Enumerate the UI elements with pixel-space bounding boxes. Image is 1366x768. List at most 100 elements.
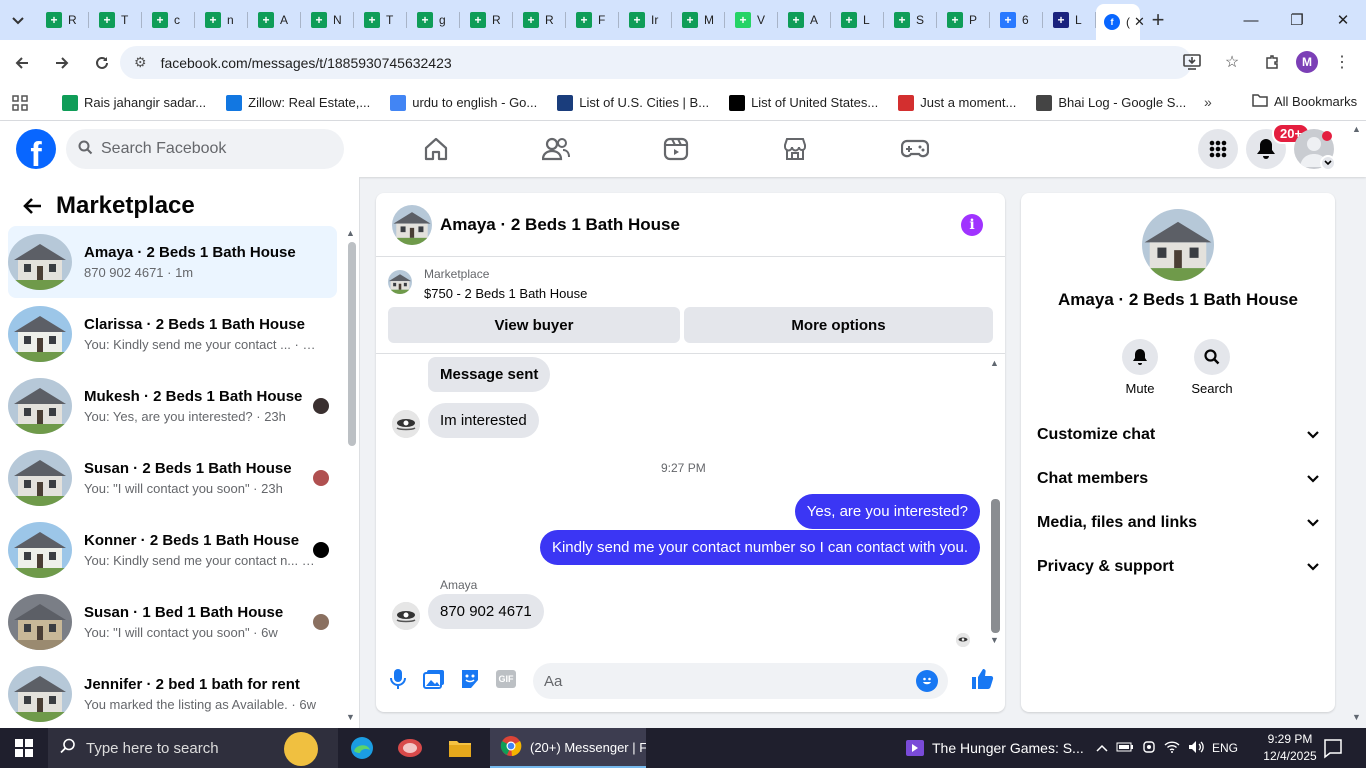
browser-tab[interactable]: + V [725,0,778,40]
site-info-icon[interactable]: ⚙ [134,54,147,71]
tray-chevron-up-icon[interactable] [1096,741,1108,755]
sender-avatar[interactable] [392,602,420,630]
browser-tab[interactable]: + N [301,0,354,40]
browser-tab[interactable]: + P [937,0,990,40]
listing-title[interactable]: $750 - 2 Beds 1 Bath House [424,286,587,301]
facebook-logo[interactable]: f [16,129,56,169]
conversation-item[interactable]: Susan · 2 Beds 1 Bath House You: "I will … [8,442,337,514]
conversation-item[interactable]: Clarissa · 2 Beds 1 Bath House You: Kindl… [8,298,337,370]
bookmark-item[interactable]: List of United States... [721,94,886,111]
conversation-item[interactable]: Susan · 1 Bed 1 Bath House You: "I will c… [8,586,337,658]
view-buyer-button[interactable]: View buyer [388,307,680,343]
bookmark-item[interactable]: List of U.S. Cities | B... [549,94,717,111]
chrome-taskbar-button[interactable]: (20+) Messenger | F... [490,728,646,768]
friends-nav-icon[interactable] [500,121,612,177]
emoji-icon[interactable] [916,670,938,692]
sender-avatar[interactable] [392,410,420,438]
bookmark-item[interactable]: Zillow: Real Estate,... [218,94,378,111]
back-button[interactable] [4,45,40,81]
reload-button[interactable] [84,45,120,81]
gif-icon[interactable]: GIF [492,665,520,693]
back-arrow-icon[interactable] [10,197,54,215]
facebook-search-input[interactable]: Search Facebook [66,129,344,169]
forward-button[interactable] [44,45,80,81]
camera-icon[interactable] [1142,740,1156,757]
minimize-button[interactable]: — [1228,0,1274,40]
address-bar[interactable]: ⚙ facebook.com/messages/t/18859307456324… [120,46,1192,79]
info-icon[interactable]: i [961,214,983,236]
sticker-icon[interactable] [456,665,484,693]
bookmark-item[interactable]: Just a moment... [890,94,1024,111]
browser-menu-icon[interactable]: ⋮ [1326,46,1358,78]
restore-button[interactable]: ❐ [1274,0,1320,40]
details-avatar[interactable] [1142,209,1214,281]
page-scroll-up-icon[interactable]: ▲ [1352,124,1361,134]
battery-icon[interactable] [1116,741,1134,755]
browser-tab[interactable]: + R [36,0,89,40]
home-nav-icon[interactable] [380,121,492,177]
photo-icon[interactable] [420,665,448,693]
thumbs-up-icon[interactable] [968,665,996,693]
media-widget[interactable]: The Hunger Games: S... [906,728,1084,768]
marketplace-nav-icon[interactable] [739,121,851,177]
chat-scroll-down-icon[interactable]: ▼ [990,635,999,645]
list-scroll-up-icon[interactable]: ▲ [346,228,355,238]
browser-tab[interactable]: + c [142,0,195,40]
bookmark-item[interactable]: urdu to english - Go... [382,94,545,111]
list-scroll-down-icon[interactable]: ▼ [346,712,355,722]
mute-button[interactable]: Mute [1110,339,1170,396]
chat-avatar[interactable] [392,204,432,245]
windows-start-icon[interactable] [0,728,48,768]
message-input[interactable]: Aa [533,663,948,699]
browser-tab[interactable]: + T [89,0,142,40]
chat-title[interactable]: Amaya · 2 Beds 1 Bath House [440,215,680,235]
listing-thumbnail[interactable] [388,270,412,294]
chat-scrollbar[interactable] [991,499,1000,633]
browser-tab[interactable]: + R [513,0,566,40]
active-tab[interactable]: f ( ✕ [1096,4,1145,40]
profile-avatar[interactable]: M [1296,51,1318,73]
details-section-row[interactable]: Media, files and links [1037,507,1319,539]
volume-icon[interactable] [1188,740,1204,757]
browser-tab[interactable]: + A [248,0,301,40]
tab-search-chevron-icon[interactable] [0,0,36,40]
browser-tab[interactable]: + n [195,0,248,40]
bookmark-item[interactable]: Rais jahangir sadar... [54,94,214,111]
browser-tab[interactable]: + F [566,0,619,40]
browser-tab[interactable]: + g [407,0,460,40]
file-explorer-taskbar-icon[interactable] [436,728,484,768]
browser-tab[interactable]: + S [884,0,937,40]
snipping-tool-taskbar-icon[interactable] [386,728,434,768]
page-scroll-down-icon[interactable]: ▼ [1352,712,1361,722]
conversation-item[interactable]: Konner · 2 Beds 1 Bath House You: Kindly … [8,514,337,586]
browser-tab[interactable]: + M [672,0,725,40]
list-scrollbar[interactable] [348,242,356,446]
all-bookmarks-button[interactable]: All Bookmarks [1244,93,1365,110]
gaming-nav-icon[interactable] [859,121,971,177]
search-in-conversation-button[interactable]: Search [1182,339,1242,396]
video-nav-icon[interactable] [620,121,732,177]
browser-tab[interactable]: + A [778,0,831,40]
system-clock[interactable]: 9:29 PM 12/4/2025 [1256,731,1324,765]
conversation-item[interactable]: Amaya · 2 Beds 1 Bath House 870 902 4671 … [8,226,337,298]
browser-tab[interactable]: + T [354,0,407,40]
conversation-item[interactable]: Jennifer · 2 bed 1 bath for rent You mark… [8,658,337,728]
microphone-icon[interactable] [384,665,412,693]
browser-tab[interactable]: + R [460,0,513,40]
details-section-row[interactable]: Customize chat [1037,419,1319,451]
bookmark-item[interactable]: Bhai Log - Google S... [1028,94,1194,111]
menu-grid-icon[interactable] [1198,129,1238,169]
new-tab-button[interactable]: + [1140,0,1176,40]
action-center-icon[interactable] [1322,737,1344,759]
chat-scroll-up-icon[interactable]: ▲ [990,358,999,368]
details-section-row[interactable]: Privacy & support [1037,551,1319,583]
more-bookmarks-chevron-icon[interactable]: » [1204,94,1212,110]
close-window-button[interactable]: ✕ [1320,0,1366,40]
browser-tab[interactable]: + Ir [619,0,672,40]
install-app-icon[interactable] [1176,46,1208,78]
edge-taskbar-icon[interactable] [338,728,386,768]
bookmark-star-icon[interactable]: ☆ [1216,46,1248,78]
apps-grid-icon[interactable] [0,94,36,111]
input-language[interactable]: ENG [1212,741,1238,755]
taskbar-search-input[interactable]: Type here to search [48,728,338,768]
